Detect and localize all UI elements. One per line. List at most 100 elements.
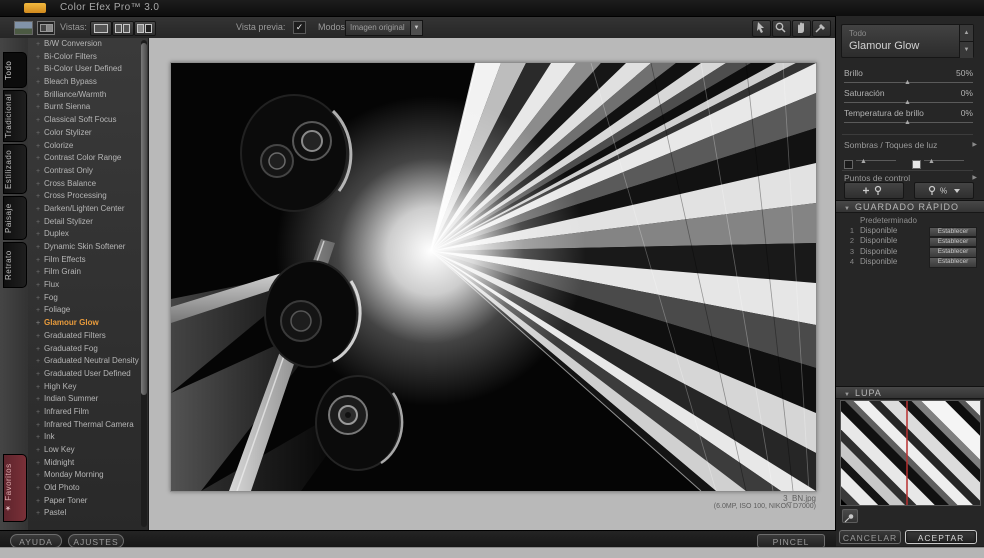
filter-item[interactable]: +Darken/Lighten Center <box>28 203 148 216</box>
filter-item[interactable]: +Colorize <box>28 140 148 153</box>
select-tool-button[interactable] <box>752 20 771 37</box>
loupe-header[interactable]: ▼LUPA <box>836 386 984 399</box>
filter-item[interactable]: +High Key <box>28 381 148 394</box>
color-efex-pro-window: Color Efex Pro™ 3.0 Vistas: Vista previa… <box>0 0 984 558</box>
cancel-button[interactable]: CANCELAR <box>839 530 901 544</box>
filter-item[interactable]: +Low Key <box>28 444 148 457</box>
filter-next-button[interactable]: ▼ <box>960 41 973 58</box>
slider-handle[interactable]: ▲ <box>928 158 935 165</box>
modos-dropdown-value: Imagen original <box>350 23 405 32</box>
expand-arrow-icon[interactable]: ▶ <box>972 174 977 181</box>
slider-handle[interactable]: ▲ <box>904 119 911 126</box>
filter-item[interactable]: +Color Stylizer <box>28 127 148 140</box>
filter-item[interactable]: +Indian Summer <box>28 393 148 406</box>
slider-handle[interactable]: ▲ <box>904 99 911 106</box>
tab-paisaje[interactable]: Paisaje <box>3 196 27 240</box>
filter-item[interactable]: +Graduated Fog <box>28 343 148 356</box>
slider-handle[interactable]: ▲ <box>860 158 867 165</box>
accept-button[interactable]: ACEPTAR <box>905 530 977 544</box>
filter-item[interactable]: +Graduated User Defined <box>28 368 148 381</box>
temperatura-slider[interactable]: ▲ <box>844 122 973 123</box>
control-point-percent-button[interactable]: % <box>914 182 974 199</box>
filter-item[interactable]: +Infrared Film <box>28 406 148 419</box>
highlights-mini-slider[interactable]: ▲ <box>912 156 972 165</box>
control-point-plus-icon <box>859 185 889 196</box>
filter-item[interactable]: +Glamour Glow <box>28 317 148 330</box>
filter-item-label: Infrared Thermal Camera <box>44 420 134 429</box>
filter-item[interactable]: +Foliage <box>28 304 148 317</box>
filter-item[interactable]: +Infrared Thermal Camera <box>28 419 148 432</box>
vista-previa-checkbox[interactable]: ✓ <box>293 21 306 34</box>
filter-header[interactable]: Todo Glamour Glow ▲ ▼ <box>841 24 974 58</box>
filter-browser-icon[interactable] <box>37 21 55 35</box>
quick-save-header[interactable]: ▼GUARDADO RÁPIDO <box>836 200 984 213</box>
filter-item-label: Graduated Neutral Density <box>44 356 139 365</box>
pan-tool-button[interactable] <box>792 20 811 37</box>
filter-item[interactable]: +Old Photo <box>28 482 148 495</box>
settings-button[interactable]: AJUSTES <box>68 534 124 548</box>
filter-item[interactable]: +Bi-Color Filters <box>28 51 148 64</box>
slider-label: Saturación <box>844 88 885 98</box>
brush-button[interactable]: PINCEL <box>757 534 825 548</box>
filter-item[interactable]: +Film Grain <box>28 266 148 279</box>
modos-dropdown[interactable]: Imagen original ▼ <box>345 20 423 36</box>
filter-item[interactable]: +Bi-Color User Defined <box>28 63 148 76</box>
brillo-slider[interactable]: ▲ <box>844 82 973 83</box>
filter-item[interactable]: +Paper Toner <box>28 495 148 508</box>
slot-set-button[interactable]: Establecer <box>929 257 977 268</box>
filter-item[interactable]: +Brilliance/Warmth <box>28 89 148 102</box>
tab-retrato[interactable]: Retrato <box>3 242 27 288</box>
filter-item[interactable]: +Flux <box>28 279 148 292</box>
filter-prev-button[interactable]: ▲ <box>960 25 973 41</box>
active-filter-name: Glamour Glow <box>849 40 919 52</box>
pin-icon <box>843 513 855 523</box>
saturacion-slider[interactable]: ▲ <box>844 102 973 103</box>
filter-item[interactable]: +Cross Balance <box>28 178 148 191</box>
filter-item[interactable]: +Duplex <box>28 228 148 241</box>
filter-item[interactable]: +Graduated Filters <box>28 330 148 343</box>
filter-item[interactable]: +Fog <box>28 292 148 305</box>
filter-item[interactable]: +B/W Conversion <box>28 38 148 51</box>
filter-item[interactable]: +Pastel <box>28 507 148 520</box>
filter-item[interactable]: +Contrast Color Range <box>28 152 148 165</box>
filter-item[interactable]: +Film Effects <box>28 254 148 267</box>
shadows-mini-slider[interactable]: ▲ <box>844 156 904 165</box>
view-single-button[interactable] <box>90 21 112 36</box>
hand-icon <box>793 21 808 34</box>
add-control-point-button[interactable] <box>844 182 904 199</box>
filter-bullet-icon: + <box>36 508 44 521</box>
loupe-preview[interactable] <box>840 400 981 506</box>
filter-item-label: Flux <box>44 280 59 289</box>
tab-favoritos[interactable]: ★ Favoritos <box>3 454 27 522</box>
filter-item[interactable]: +Midnight <box>28 457 148 470</box>
filter-item[interactable]: +Ink <box>28 431 148 444</box>
filter-item[interactable]: +Graduated Neutral Density <box>28 355 148 368</box>
filter-category: Todo <box>849 29 866 38</box>
collapse-arrow-icon: ▼ <box>844 392 851 398</box>
vistas-label: Vistas: <box>60 22 87 32</box>
filter-item[interactable]: +Cross Processing <box>28 190 148 203</box>
tab-tradicional[interactable]: Tradicional <box>3 90 27 142</box>
tab-todo[interactable]: Todo <box>3 52 27 88</box>
filter-item[interactable]: +Classical Soft Focus <box>28 114 148 127</box>
zoom-tool-button[interactable] <box>772 20 791 37</box>
filter-item[interactable]: +Contrast Only <box>28 165 148 178</box>
filter-list-scrollbar[interactable] <box>141 40 147 527</box>
expand-arrow-icon[interactable]: ▶ <box>972 141 977 148</box>
view-sidebyside-button[interactable] <box>134 21 156 36</box>
filter-item[interactable]: +Monday Morning <box>28 469 148 482</box>
slider-handle[interactable]: ▲ <box>904 79 911 86</box>
loupe-pin-button[interactable] <box>842 509 858 523</box>
filter-item[interactable]: +Detail Stylizer <box>28 216 148 229</box>
filter-item-label: Contrast Color Range <box>44 153 121 162</box>
help-button[interactable]: AYUDA <box>10 534 62 548</box>
tab-estilizado[interactable]: Estilizado <box>3 144 27 194</box>
filter-item[interactable]: +Dynamic Skin Softener <box>28 241 148 254</box>
view-split-button[interactable] <box>112 21 134 36</box>
background-color-tool-button[interactable] <box>812 20 831 37</box>
nik-logo <box>24 3 46 13</box>
filter-item[interactable]: +Burnt Sienna <box>28 101 148 114</box>
filter-item[interactable]: +Bleach Bypass <box>28 76 148 89</box>
filter-list-scrollbar-thumb[interactable] <box>141 43 147 395</box>
thumbnail-icon[interactable] <box>14 21 33 35</box>
